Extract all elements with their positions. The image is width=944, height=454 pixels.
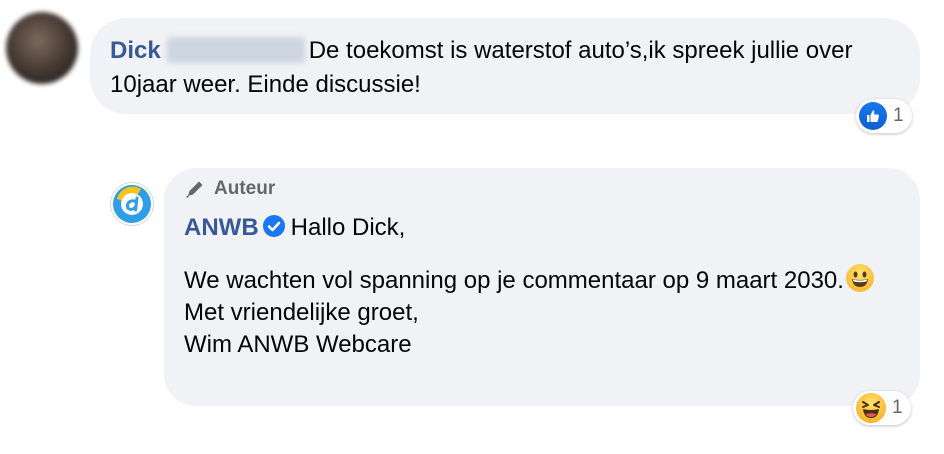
author-badge: Auteur	[184, 178, 275, 200]
comment-thread: Dick De toekomst is waterstof auto’s,ik s…	[0, 0, 944, 454]
reply-reactions[interactable]: 1	[853, 391, 911, 425]
reply-text-block: ANWB Hallo Dick, We wachten vol spanning …	[184, 212, 904, 361]
reply-greeting: Hallo Dick,	[290, 214, 406, 241]
anwb-avatar[interactable]	[110, 182, 154, 226]
commenter-avatar[interactable]	[6, 12, 78, 84]
reply-signature: Wim ANWB Webcare	[184, 331, 412, 358]
reply-closing: Met vriendelijke groet,	[184, 299, 419, 326]
blurred-surname	[166, 37, 305, 63]
haha-icon	[856, 393, 886, 423]
comment-text-block: Dick De toekomst is waterstof auto’s,ik s…	[110, 34, 900, 102]
pen-icon	[186, 181, 203, 199]
comment-reactions[interactable]: 1	[856, 99, 912, 133]
reply-body-line: We wachten vol spanning op je commentaar…	[184, 267, 844, 294]
reaction-count: 1	[893, 105, 904, 126]
verified-badge-icon	[262, 215, 285, 237]
like-icon	[859, 102, 887, 130]
author-badge-label: Auteur	[214, 178, 276, 199]
page-name-link[interactable]: ANWB	[184, 214, 259, 241]
commenter-name[interactable]: Dick	[110, 37, 161, 64]
reaction-count: 1	[892, 397, 903, 418]
anwb-logo-icon	[113, 185, 151, 223]
grinning-face-emoji	[845, 264, 874, 292]
